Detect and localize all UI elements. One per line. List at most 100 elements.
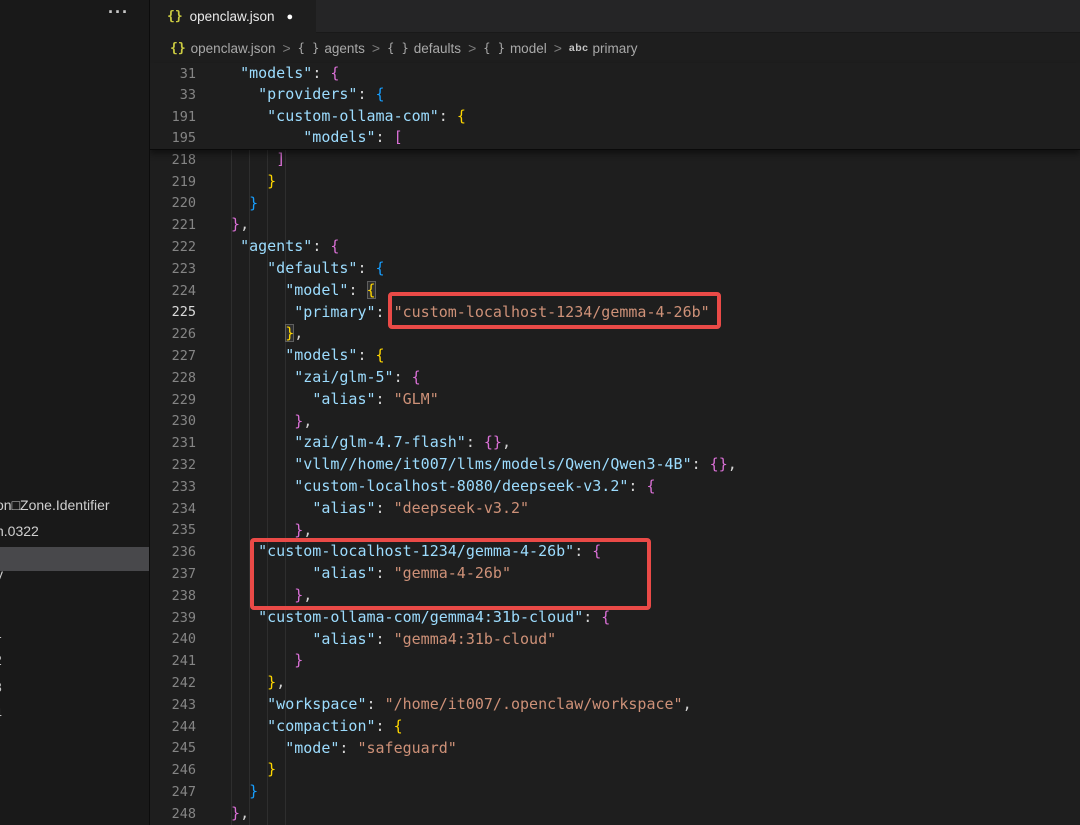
line-number: 220 bbox=[171, 195, 196, 212]
line-number: 235 bbox=[171, 522, 196, 539]
line-number: 221 bbox=[171, 217, 196, 234]
code-line[interactable]: 221 }, bbox=[150, 214, 1080, 236]
tab-openclaw-json[interactable]: {} openclaw.json ● bbox=[150, 0, 316, 33]
code-line[interactable]: 240 "alias": "gemma4:31b-cloud" bbox=[150, 629, 1080, 651]
code-text: "vllm//home/it007/llms/models/Qwen/Qwen3… bbox=[294, 455, 737, 474]
line-number: 225 bbox=[171, 304, 196, 321]
code-text: "providers": { bbox=[258, 85, 385, 104]
code-line[interactable]: 242 }, bbox=[150, 672, 1080, 694]
background-list-number: 2 bbox=[0, 652, 2, 668]
code-line[interactable]: 191 "custom-ollama-com": { bbox=[150, 106, 1080, 128]
line-number: 239 bbox=[171, 609, 196, 626]
code-text: } bbox=[249, 782, 259, 801]
code-line[interactable]: 223 "defaults": { bbox=[150, 258, 1080, 280]
unsaved-changes-dot-icon[interactable]: ● bbox=[286, 11, 293, 23]
background-file-name[interactable]: on□Zone.Identifier bbox=[0, 497, 110, 513]
code-text: "model": { bbox=[285, 280, 376, 299]
background-selected-row[interactable] bbox=[0, 547, 149, 571]
code-line[interactable]: 228 "zai/glm-5": { bbox=[150, 367, 1080, 389]
code-text: }, bbox=[294, 411, 313, 430]
code-line[interactable]: 231 "zai/glm-4.7-flash": {}, bbox=[150, 432, 1080, 454]
code-line[interactable]: 239 "custom-ollama-com/gemma4:31b-cloud"… bbox=[150, 607, 1080, 629]
code-text: "custom-localhost-8080/deepseek-v3.2": { bbox=[294, 476, 656, 495]
line-number: 241 bbox=[171, 653, 196, 670]
code-line[interactable]: 220 } bbox=[150, 193, 1080, 215]
code-line[interactable]: 247 } bbox=[150, 781, 1080, 803]
code-line[interactable]: 246 } bbox=[150, 759, 1080, 781]
breadcrumb-separator-icon: > bbox=[553, 40, 562, 56]
screenshot-root: { "colors": { "annotation_red": "#ea4a47… bbox=[0, 0, 1080, 825]
line-number: 33 bbox=[179, 87, 196, 104]
breadcrumb-item-model[interactable]: { } model bbox=[483, 41, 546, 56]
code-line[interactable]: 232 "vllm//home/it007/llms/models/Qwen/Q… bbox=[150, 454, 1080, 476]
code-line[interactable]: 227 "models": { bbox=[150, 345, 1080, 367]
breadcrumb-label: agents bbox=[324, 40, 365, 56]
code-text: "defaults": { bbox=[267, 258, 385, 277]
breadcrumb-item-agents[interactable]: { } agents bbox=[298, 41, 365, 56]
line-number: 228 bbox=[171, 369, 196, 386]
code-line[interactable]: 233 "custom-localhost-8080/deepseek-v3.2… bbox=[150, 476, 1080, 498]
line-number: 31 bbox=[179, 65, 196, 82]
line-number: 245 bbox=[171, 740, 196, 757]
breadcrumb-item-primary[interactable]: abc primary bbox=[569, 41, 638, 56]
breadcrumb-label: primary bbox=[592, 40, 638, 56]
line-number: 238 bbox=[171, 587, 196, 604]
highlight-primary-model-value bbox=[388, 292, 721, 329]
breadcrumb: {} openclaw.json > { } agents > { } defaults > { … bbox=[150, 33, 1080, 63]
string-symbol-icon: abc bbox=[568, 42, 589, 54]
background-window-strip: ··· on□Zone.Identifier n.0322 y 1 2 3 4 bbox=[0, 0, 150, 825]
code-text: } bbox=[267, 171, 277, 190]
line-number: 229 bbox=[171, 391, 196, 408]
background-partial-text: y bbox=[0, 566, 3, 582]
code-text: ] bbox=[276, 150, 286, 168]
code-line[interactable]: 244 "compaction": { bbox=[150, 716, 1080, 738]
object-symbol-icon: { } bbox=[297, 41, 320, 55]
code-text: "agents": { bbox=[240, 237, 340, 256]
code-text: "models": [ bbox=[303, 128, 403, 147]
sticky-scroll: 31 "models": {33 "providers": {191 "cust… bbox=[150, 63, 1080, 150]
background-list-number: 1 bbox=[0, 625, 2, 641]
code-line[interactable]: 241 } bbox=[150, 650, 1080, 672]
code-text: }, bbox=[267, 673, 286, 692]
code-text: "mode": "safeguard" bbox=[285, 738, 457, 757]
code-line[interactable]: 243 "workspace": "/home/it007/.openclaw/… bbox=[150, 694, 1080, 716]
breadcrumb-item-openclaw-json[interactable]: {} openclaw.json bbox=[170, 41, 275, 56]
line-number: 240 bbox=[171, 631, 196, 648]
code-area: 218 ] 219 } 220 } 221 }, 222 "agents": {223 … bbox=[150, 149, 1080, 825]
code-line[interactable]: 219 } bbox=[150, 171, 1080, 193]
breadcrumb-item-defaults[interactable]: { } defaults bbox=[387, 41, 461, 56]
line-number: 232 bbox=[171, 457, 196, 474]
code-line[interactable]: 234 "alias": "deepseek-v3.2" bbox=[150, 498, 1080, 520]
background-list-number: 3 bbox=[0, 679, 2, 695]
code-line[interactable]: 230 }, bbox=[150, 411, 1080, 433]
code-line[interactable]: 248 }, bbox=[150, 803, 1080, 825]
code-text: "custom-ollama-com/gemma4:31b-cloud": { bbox=[258, 607, 611, 626]
code-text: "alias": "GLM" bbox=[312, 389, 439, 408]
tab-bar: {} openclaw.json ● bbox=[150, 0, 1080, 33]
code-line[interactable]: 245 "mode": "safeguard" bbox=[150, 738, 1080, 760]
line-number: 243 bbox=[171, 696, 196, 713]
breadcrumb-label: defaults bbox=[413, 40, 462, 56]
code-text: "custom-ollama-com": { bbox=[267, 106, 466, 125]
line-number: 226 bbox=[171, 326, 196, 343]
code-line[interactable]: 229 "alias": "GLM" bbox=[150, 389, 1080, 411]
background-file-name[interactable]: n.0322 bbox=[0, 523, 39, 539]
object-symbol-icon: { } bbox=[483, 41, 505, 55]
line-number: 236 bbox=[171, 544, 196, 561]
code-text: "workspace": "/home/it007/.openclaw/work… bbox=[267, 694, 692, 713]
code-text: "models": { bbox=[285, 346, 385, 365]
breadcrumb-label: openclaw.json bbox=[190, 40, 276, 56]
breadcrumb-separator-icon: > bbox=[282, 40, 291, 56]
code-line[interactable]: 195 "models": [ bbox=[150, 128, 1080, 150]
line-number: 227 bbox=[171, 348, 196, 365]
code-line[interactable]: 31 "models": { bbox=[150, 63, 1080, 85]
line-number: 248 bbox=[171, 805, 196, 822]
line-number: 218 bbox=[171, 151, 196, 168]
code-text: }, bbox=[231, 215, 250, 234]
line-number: 244 bbox=[171, 718, 196, 735]
code-line[interactable]: 33 "providers": { bbox=[150, 85, 1080, 107]
json-file-icon: {} bbox=[170, 40, 186, 56]
code-line[interactable]: 218 ] bbox=[150, 149, 1080, 171]
code-line[interactable]: 222 "agents": { bbox=[150, 236, 1080, 258]
overflow-menu-icon[interactable]: ··· bbox=[108, 2, 129, 23]
